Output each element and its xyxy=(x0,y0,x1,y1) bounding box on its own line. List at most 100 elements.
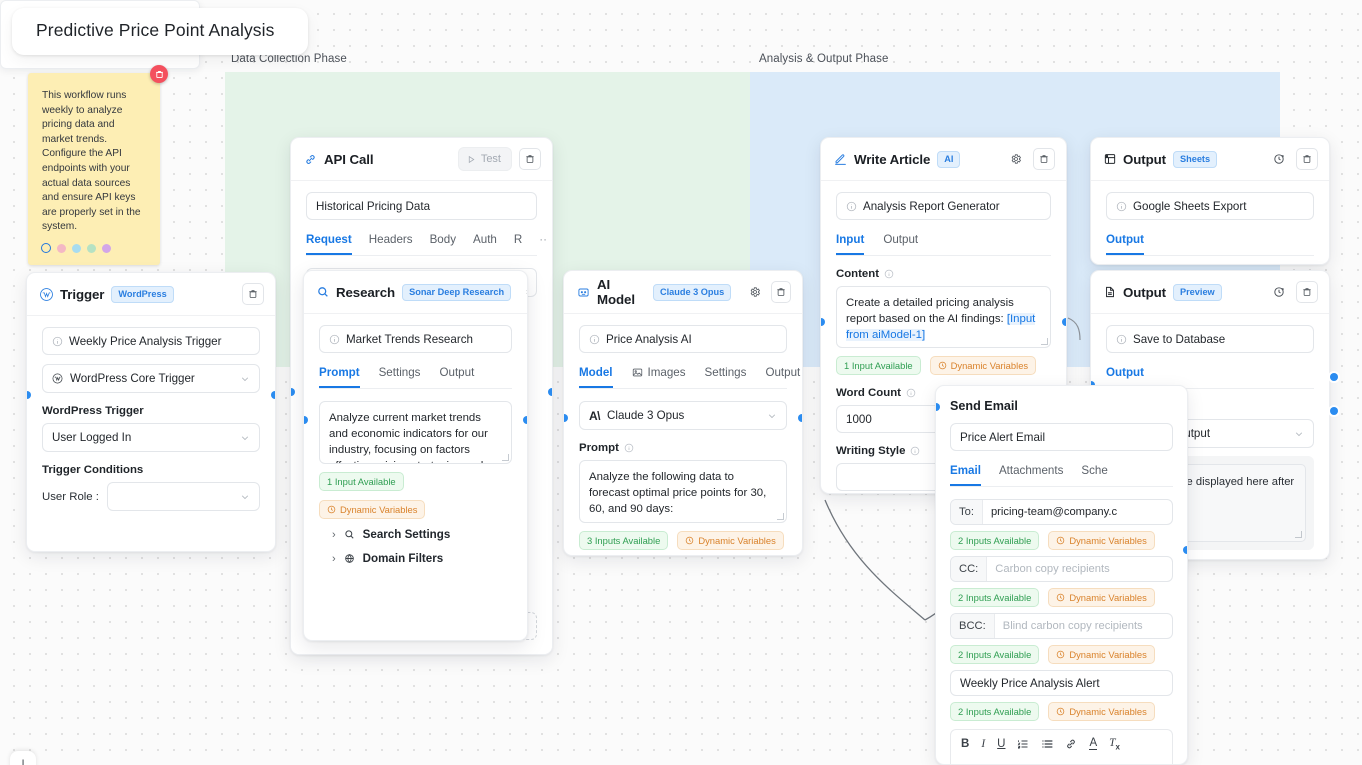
wordpress-trigger-select[interactable]: User Logged In xyxy=(42,423,260,452)
tab-email[interactable]: Email xyxy=(950,464,981,486)
tab-schedule[interactable]: Sche xyxy=(1081,464,1107,486)
api-call-output-port[interactable] xyxy=(548,388,552,396)
research-output-port[interactable] xyxy=(523,416,527,424)
email-bcc-field[interactable]: BCC: Blind carbon copy recipients xyxy=(950,613,1173,639)
test-button[interactable]: Test xyxy=(457,147,512,171)
resize-handle[interactable] xyxy=(1295,531,1302,538)
tab-input[interactable]: Input xyxy=(836,233,865,255)
dynamic-variables-chip[interactable]: Dynamic Variables xyxy=(319,500,426,519)
resize-handle[interactable] xyxy=(1041,338,1048,345)
output-sheets-name-input[interactable]: Google Sheets Export xyxy=(1106,192,1314,220)
user-role-select[interactable] xyxy=(106,482,260,511)
delete-node-button[interactable] xyxy=(1296,148,1318,170)
tab-settings[interactable]: Settings xyxy=(705,366,747,388)
node-send-email[interactable]: Send Email Price Alert Email Email Attac… xyxy=(935,385,1188,765)
write-article-tabs[interactable]: Input Output xyxy=(836,233,1051,256)
tab-request[interactable]: Request xyxy=(306,233,352,255)
trigger-type-select[interactable]: WordPress Core Trigger xyxy=(42,364,260,393)
tab-images[interactable]: Images xyxy=(632,366,686,388)
tab-model[interactable]: Model xyxy=(579,366,613,388)
tab-output[interactable]: Output xyxy=(765,366,800,388)
tabs-overflow-button[interactable]: ·· xyxy=(539,233,547,255)
swatch-selected[interactable] xyxy=(41,243,51,253)
sticky-note-color-swatches[interactable] xyxy=(41,243,111,253)
send-email-name-input[interactable]: Price Alert Email xyxy=(950,423,1173,451)
delete-node-button[interactable] xyxy=(771,281,791,303)
delete-node-button[interactable] xyxy=(1033,148,1055,170)
bold-icon[interactable]: B xyxy=(961,738,969,750)
delete-node-button[interactable] xyxy=(1296,281,1318,303)
tab-body[interactable]: Body xyxy=(430,233,456,255)
email-body-editor[interactable]: Important Price Analysis Update Detailed… xyxy=(950,758,1173,764)
ordered-list-icon[interactable] xyxy=(1017,738,1029,750)
canvas-port-right-bottom[interactable] xyxy=(1330,407,1338,415)
refresh-icon[interactable] xyxy=(1268,282,1289,303)
refresh-icon[interactable] xyxy=(1268,149,1289,170)
tab-headers[interactable]: Headers xyxy=(369,233,413,255)
underline-icon[interactable]: U xyxy=(997,738,1005,750)
settings-gear-icon[interactable] xyxy=(745,282,764,303)
tab-output[interactable]: Output xyxy=(439,366,474,388)
research-prompt-textarea[interactable]: Analyze current market trends and econom… xyxy=(319,401,512,464)
dynamic-variables-chip[interactable]: Dynamic Variables xyxy=(1048,702,1155,721)
sticky-note[interactable]: This workflow runs weekly to analyze pri… xyxy=(28,65,168,265)
research-tabs[interactable]: Prompt Settings Output xyxy=(319,366,512,389)
italic-icon[interactable]: I xyxy=(981,738,985,750)
api-call-name-input[interactable]: Historical Pricing Data xyxy=(306,192,537,220)
tab-response[interactable]: R xyxy=(514,233,522,255)
model-select[interactable]: A\ Claude 3 Opus xyxy=(579,401,787,430)
settings-gear-icon[interactable] xyxy=(1005,149,1026,170)
canvas-port-right-top[interactable] xyxy=(1330,373,1338,381)
trigger-output-port[interactable] xyxy=(271,391,275,399)
ai-model-tabs[interactable]: Model Images Settings Output xyxy=(579,366,800,389)
workflow-canvas[interactable]: Data Collection Phase Analysis & Output … xyxy=(0,0,1362,765)
dynamic-variables-chip[interactable]: Dynamic Variables xyxy=(1048,645,1155,664)
swatch-blue[interactable] xyxy=(72,243,81,253)
domain-filters-section[interactable]: › Domain Filters xyxy=(319,550,512,574)
send-email-tabs[interactable]: Email Attachments Sche xyxy=(950,464,1173,487)
node-ai-model[interactable]: AI Model Claude 3 Opus Price Analysis AI… xyxy=(563,270,803,556)
dynamic-variables-chip[interactable]: Dynamic Variables xyxy=(1048,588,1155,607)
resize-handle[interactable] xyxy=(502,454,509,461)
clear-format-icon[interactable]: Tx xyxy=(1109,737,1120,751)
zoom-control[interactable]: | xyxy=(10,751,36,765)
output-preview-name-input[interactable]: Save to Database xyxy=(1106,325,1314,353)
write-article-output-port[interactable] xyxy=(1062,318,1066,326)
resize-handle[interactable] xyxy=(777,513,784,520)
write-article-name-input[interactable]: Analysis Report Generator xyxy=(836,192,1051,220)
swatch-pink[interactable] xyxy=(57,243,66,253)
tab-auth[interactable]: Auth xyxy=(473,233,497,255)
email-cc-field[interactable]: CC: Carbon copy recipients xyxy=(950,556,1173,582)
dynamic-variables-chip[interactable]: Dynamic Variables xyxy=(929,356,1037,375)
tab-attachments[interactable]: Attachments xyxy=(999,464,1063,486)
search-settings-section[interactable]: › Search Settings xyxy=(319,519,512,550)
swatch-purple[interactable] xyxy=(102,243,111,253)
ai-model-name-input[interactable]: Price Analysis AI xyxy=(579,325,787,353)
output-sheets-tabs[interactable]: Output xyxy=(1106,233,1314,256)
delete-node-button[interactable] xyxy=(242,283,264,305)
tab-settings[interactable]: Settings xyxy=(379,366,421,388)
ai-model-prompt-textarea[interactable]: Analyze the following data to forecast o… xyxy=(579,460,787,523)
node-output-sheets[interactable]: Output Sheets Google Sheets Export Outpu… xyxy=(1090,137,1330,265)
node-trigger[interactable]: Trigger WordPress Weekly Price Analysis … xyxy=(26,272,276,552)
node-research[interactable]: Research Sonar Deep Research Market Tren… xyxy=(303,270,528,641)
email-editor-toolbar[interactable]: B I U A Tx xyxy=(950,729,1173,759)
email-to-field[interactable]: To: pricing-team@company.c xyxy=(950,499,1173,525)
settings-gear-icon[interactable] xyxy=(525,282,527,303)
text-color-icon[interactable]: A xyxy=(1089,737,1098,751)
content-textarea[interactable]: Create a detailed pricing analysis repor… xyxy=(836,286,1051,348)
swatch-green[interactable] xyxy=(87,243,96,253)
delete-node-button[interactable] xyxy=(519,148,541,170)
bullet-list-icon[interactable] xyxy=(1041,738,1053,750)
api-call-input-port[interactable] xyxy=(291,388,295,396)
ai-model-output-port[interactable] xyxy=(798,414,802,422)
api-call-tabs[interactable]: Request Headers Body Auth R ·· xyxy=(306,233,547,256)
page-title[interactable]: Predictive Price Point Analysis xyxy=(12,8,309,55)
email-subject-input[interactable]: Weekly Price Analysis Alert xyxy=(950,670,1173,696)
dynamic-variables-chip[interactable]: Dynamic Variables xyxy=(677,531,784,550)
dynamic-variables-chip[interactable]: Dynamic Variables xyxy=(1048,531,1155,550)
tab-output[interactable]: Output xyxy=(883,233,918,255)
link-icon[interactable] xyxy=(1065,738,1077,750)
tab-output[interactable]: Output xyxy=(1106,233,1144,255)
tab-prompt[interactable]: Prompt xyxy=(319,366,360,388)
